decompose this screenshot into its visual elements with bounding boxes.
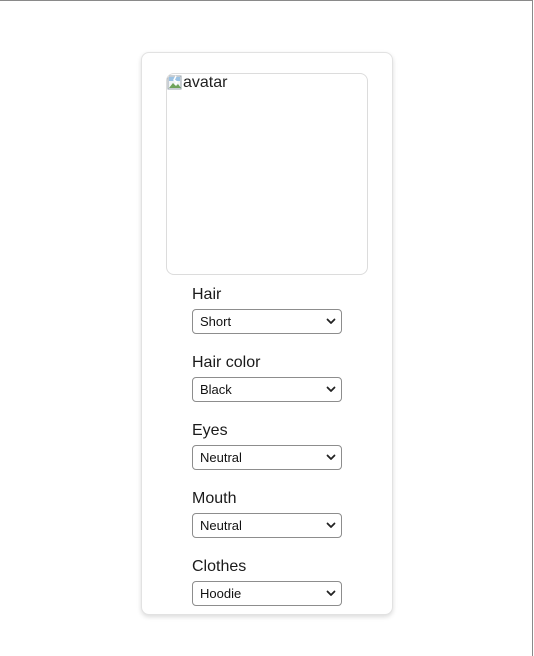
hair-color-field: Hair color Black (192, 354, 342, 402)
chevron-down-icon (326, 522, 336, 528)
broken-image-icon (167, 75, 182, 90)
hair-color-label: Hair color (192, 354, 261, 371)
mouth-select-value: Neutral (200, 518, 242, 533)
clothes-select-value: Hoodie (200, 586, 242, 601)
mouth-label: Mouth (192, 490, 237, 507)
hair-select[interactable]: Short (192, 309, 342, 334)
hair-field: Hair Short (192, 286, 342, 334)
mouth-select[interactable]: Neutral (192, 513, 342, 538)
eyes-select[interactable]: Neutral (192, 445, 342, 470)
page-viewport: avatar Hair Short Hair color Black Eyes (0, 0, 533, 656)
eyes-field: Eyes Neutral (192, 422, 342, 470)
eyes-select-value: Neutral (200, 450, 242, 465)
clothes-field: Clothes Hoodie (192, 558, 342, 606)
hair-select-value: Short (200, 314, 232, 329)
avatar-alt-text: avatar (183, 74, 228, 91)
hair-color-select-value: Black (200, 382, 232, 397)
chevron-down-icon (326, 454, 336, 460)
mouth-field: Mouth Neutral (192, 490, 342, 538)
hair-color-select[interactable]: Black (192, 377, 342, 402)
avatar-preview: avatar (166, 73, 368, 275)
avatar-image: avatar (167, 74, 227, 92)
chevron-down-icon (326, 590, 336, 596)
chevron-down-icon (326, 318, 336, 324)
avatar-builder-card: avatar Hair Short Hair color Black Eyes (141, 52, 393, 615)
hair-label: Hair (192, 286, 222, 303)
clothes-select[interactable]: Hoodie (192, 581, 342, 606)
chevron-down-icon (326, 386, 336, 392)
eyes-label: Eyes (192, 422, 228, 439)
clothes-label: Clothes (192, 558, 247, 575)
